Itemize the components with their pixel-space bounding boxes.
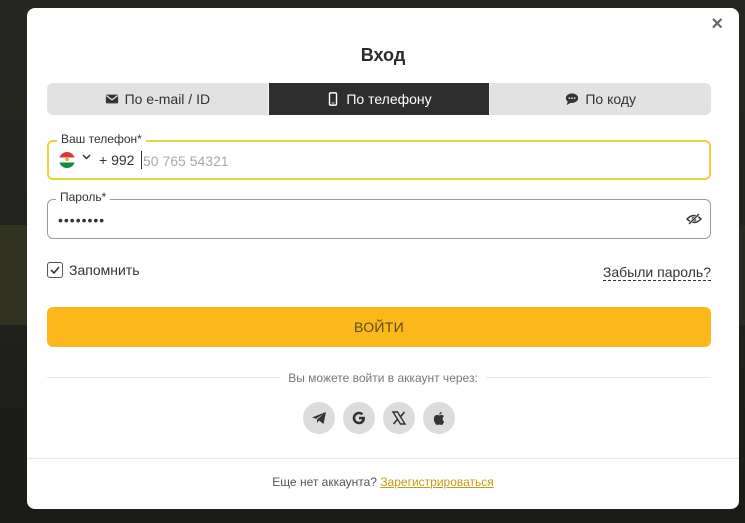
phone-input[interactable]	[143, 148, 443, 174]
chevron-down-icon[interactable]	[81, 151, 92, 165]
login-modal: × Вход По e-mail / ID По телефону По код…	[27, 8, 739, 509]
google-icon	[352, 411, 365, 425]
footer-divider	[27, 458, 739, 459]
x-icon	[391, 411, 407, 425]
phone-field-label: Ваш телефон*	[57, 132, 146, 146]
telegram-login-button[interactable]	[303, 402, 335, 434]
apple-icon	[433, 411, 445, 425]
checkbox-checked-icon[interactable]	[47, 262, 63, 278]
tab-email-label: По e-mail / ID	[124, 91, 211, 107]
password-input[interactable]	[58, 208, 658, 232]
login-button[interactable]: ВОЙТИ	[47, 307, 711, 347]
backdrop-banner-left	[0, 225, 30, 325]
social-login-buttons	[303, 402, 455, 434]
chat-bubble-icon	[566, 93, 579, 106]
eye-slash-icon[interactable]	[686, 211, 702, 227]
tab-code[interactable]: По коду	[489, 83, 711, 115]
phone-field: Ваш телефон* + 992	[47, 132, 711, 180]
forgot-password-link[interactable]: Забыли пароль?	[602, 264, 711, 281]
tab-phone-label: По телефону	[346, 91, 432, 107]
close-icon[interactable]: ×	[711, 14, 723, 34]
password-field-label: Пароль*	[56, 190, 111, 204]
telegram-icon	[312, 412, 326, 424]
modal-title: Вход	[360, 45, 406, 65]
apple-login-button[interactable]	[423, 402, 455, 434]
tab-code-label: По коду	[585, 91, 637, 107]
login-method-tabs: По e-mail / ID По телефону По коду	[47, 83, 711, 115]
password-field: Пароль*	[47, 190, 711, 239]
mobile-phone-icon	[329, 92, 338, 106]
tab-email[interactable]: По e-mail / ID	[47, 83, 268, 115]
envelope-icon	[105, 94, 118, 104]
tab-phone[interactable]: По телефону	[267, 83, 490, 115]
register-link[interactable]: Зарегистрироваться	[380, 475, 493, 489]
country-code: + 992	[99, 152, 135, 168]
remember-me-label: Запомнить	[69, 262, 140, 278]
tajikistan-flag-icon[interactable]	[59, 152, 75, 168]
register-prompt-text: Еще нет аккаунта?	[272, 475, 377, 489]
x-login-button[interactable]	[383, 402, 415, 434]
social-login-caption: Вы можете войти в аккаунт через:	[27, 371, 739, 385]
google-login-button[interactable]	[343, 402, 375, 434]
register-prompt: Еще нет аккаунта? Зарегистрироваться	[27, 475, 739, 489]
remember-me-checkbox[interactable]: Запомнить	[47, 262, 140, 278]
social-login-text: Вы можете войти в аккаунт через:	[280, 371, 486, 385]
text-cursor	[141, 151, 142, 169]
